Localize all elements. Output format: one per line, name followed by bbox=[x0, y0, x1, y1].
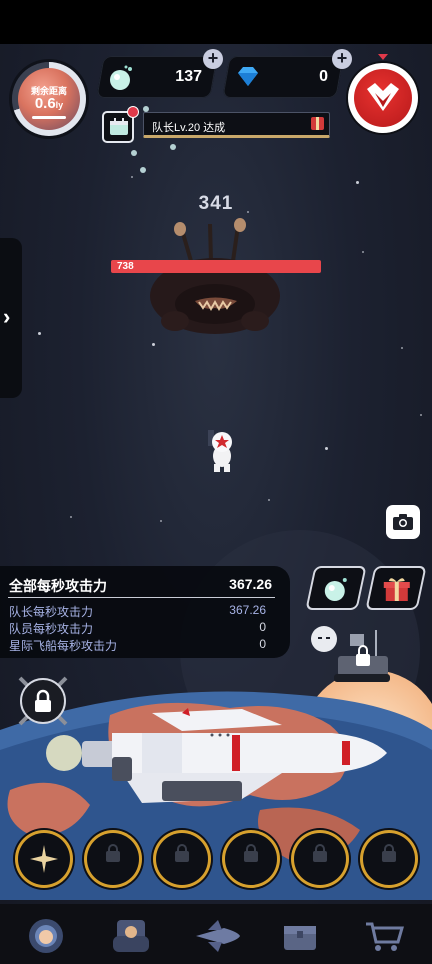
skill-slot-3[interactable] bbox=[156, 833, 208, 885]
game-screen: 剩余距离 0.6ly 137 + 0 + 队长Lv.20 达成 341 738 … bbox=[0, 0, 432, 964]
lock-icon bbox=[313, 844, 327, 862]
gem-currency: 0 bbox=[222, 56, 344, 98]
star bbox=[420, 414, 422, 416]
bottom-nav bbox=[0, 904, 432, 964]
bomb-currency: 137 bbox=[96, 56, 218, 98]
ship-dps-label: 星际飞船每秒攻击力 bbox=[9, 639, 118, 653]
locked-rover[interactable] bbox=[332, 628, 398, 684]
bomb-button[interactable] bbox=[305, 566, 367, 610]
skill-slot-4[interactable] bbox=[225, 833, 277, 885]
sparkle bbox=[140, 167, 146, 173]
spaceship-icon bbox=[196, 920, 240, 952]
mission-text: 队长Lv.20 达成 bbox=[152, 122, 226, 134]
boss-hp-bar: 738 bbox=[111, 260, 321, 273]
captain-dps-label: 队长每秒攻击力 bbox=[9, 605, 94, 619]
skill-slot-5[interactable] bbox=[294, 833, 346, 885]
total-dps-label: 全部每秒攻击力 bbox=[9, 578, 107, 594]
astronaut-icon bbox=[29, 919, 63, 953]
bomb-icon bbox=[324, 578, 347, 601]
star bbox=[401, 347, 403, 349]
sparkle-icon bbox=[30, 845, 58, 873]
crew-dps-value: 0 bbox=[259, 620, 266, 634]
boss-summon-button[interactable] bbox=[348, 63, 418, 133]
diamond-icon bbox=[238, 67, 258, 86]
add-bombs-button[interactable]: + bbox=[203, 49, 223, 69]
nav-shop[interactable] bbox=[354, 912, 416, 958]
distance-gauge[interactable]: 剩余距离 0.6ly bbox=[12, 62, 86, 136]
captain-dps-value: 367.26 bbox=[229, 603, 266, 617]
crew-icon bbox=[113, 920, 149, 952]
bomb-icon bbox=[110, 65, 132, 90]
gift-icon bbox=[311, 117, 324, 130]
skill-slot-6[interactable] bbox=[363, 833, 415, 885]
distance-value: 0.6ly bbox=[34, 95, 64, 112]
side-panel-toggle[interactable]: › bbox=[0, 238, 22, 398]
star bbox=[268, 499, 270, 501]
sparkle bbox=[131, 150, 137, 156]
notification-dot bbox=[127, 106, 139, 118]
calendar-icon bbox=[110, 118, 128, 135]
lock-icon bbox=[106, 844, 120, 862]
distance-progress bbox=[32, 116, 66, 119]
add-gems-button[interactable]: + bbox=[332, 49, 352, 69]
boss-emblem-icon bbox=[367, 83, 399, 111]
nav-spaceship[interactable] bbox=[186, 912, 248, 958]
nav-crew[interactable] bbox=[101, 912, 163, 958]
notification-arrow-icon bbox=[378, 54, 388, 60]
chevron-right-icon: › bbox=[3, 304, 11, 329]
chest-icon bbox=[284, 926, 316, 950]
camera-icon bbox=[393, 514, 413, 530]
lock-icon bbox=[244, 844, 258, 862]
star bbox=[152, 343, 155, 346]
nav-inventory[interactable] bbox=[270, 912, 332, 958]
gem-count: 0 bbox=[319, 68, 328, 85]
star bbox=[38, 332, 41, 335]
ship-dps-value: 0 bbox=[259, 637, 266, 651]
sparkle bbox=[170, 144, 176, 150]
cart-icon bbox=[366, 922, 404, 951]
divider bbox=[8, 597, 275, 598]
bomb-count: 137 bbox=[175, 68, 202, 85]
star bbox=[362, 251, 364, 253]
gift-box-icon bbox=[383, 578, 410, 601]
camera-button[interactable] bbox=[386, 505, 420, 539]
skill-slot-2[interactable] bbox=[87, 833, 139, 885]
damage-number: 341 bbox=[198, 193, 234, 214]
attack-stats-panel: 全部每秒攻击力 367.26 队长每秒攻击力 367.26 队员每秒攻击力 0 … bbox=[0, 566, 290, 658]
star bbox=[70, 516, 72, 518]
astronaut-captain bbox=[208, 430, 232, 472]
lock-icon bbox=[382, 844, 396, 862]
nav-captain[interactable] bbox=[16, 912, 78, 958]
lock-icon bbox=[175, 844, 189, 862]
boss-hp-value: 738 bbox=[117, 261, 134, 272]
skill-slot-1[interactable] bbox=[18, 833, 70, 885]
mission-banner[interactable]: 队长Lv.20 达成 bbox=[143, 112, 330, 138]
star bbox=[356, 181, 359, 184]
crew-dps-label: 队员每秒攻击力 bbox=[9, 622, 94, 636]
planet-icon: 剩余距离 0.6ly bbox=[18, 68, 80, 130]
total-dps-value: 367.26 bbox=[229, 576, 272, 592]
gift-button[interactable] bbox=[365, 566, 427, 610]
star bbox=[131, 176, 133, 178]
star bbox=[325, 447, 328, 450]
spaceship bbox=[46, 708, 387, 803]
status-bar bbox=[0, 0, 432, 44]
boss-creature[interactable] bbox=[145, 216, 285, 338]
